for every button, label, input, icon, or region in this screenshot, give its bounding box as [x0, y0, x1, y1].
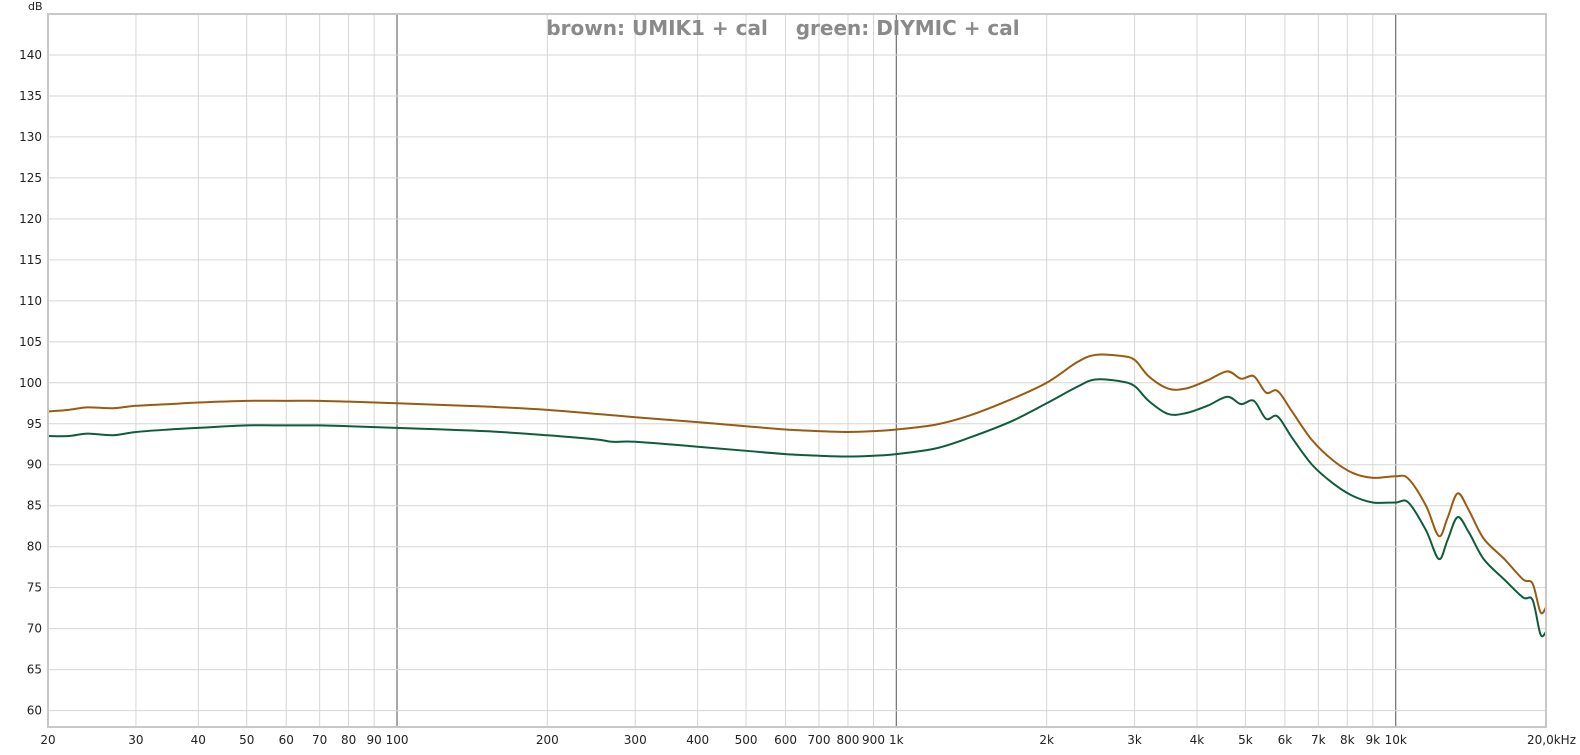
- x-tick-label: 400: [686, 733, 709, 747]
- x-tick-label: 90: [367, 733, 382, 747]
- x-tick-label: 60: [279, 733, 294, 747]
- plot-background: [48, 14, 1546, 727]
- y-tick-label: 65: [27, 663, 42, 677]
- y-tick-label: 135: [19, 89, 42, 103]
- x-tick-label: 900: [862, 733, 885, 747]
- y-tick-label: 120: [19, 212, 42, 226]
- y-tick-label: 95: [27, 417, 42, 431]
- x-tick-label: 40: [191, 733, 206, 747]
- x-tick-label: 2k: [1039, 733, 1054, 747]
- x-tick-label: 200: [536, 733, 559, 747]
- x-tick-label: 9k: [1366, 733, 1381, 747]
- x-tick-label: 70: [312, 733, 327, 747]
- x-tick-label: 3k: [1127, 733, 1142, 747]
- x-tick-label: 20: [40, 733, 55, 747]
- y-tick-label: 75: [27, 581, 42, 595]
- y-tick-label: 80: [27, 540, 42, 554]
- y-tick-label: 60: [27, 704, 42, 718]
- y-tick-label: 105: [19, 335, 42, 349]
- x-tick-label: 100: [386, 733, 409, 747]
- y-tick-label: 90: [27, 458, 42, 472]
- y-tick-labels: 60 65 70 75 80 85 90 95 100 105 110 115 120 125 130 135…: [19, 48, 42, 718]
- x-tick-label: 4k: [1190, 733, 1205, 747]
- x-tick-label: 800: [837, 733, 860, 747]
- y-tick-label: 125: [19, 171, 42, 185]
- y-tick-label: 100: [19, 376, 42, 390]
- x-tick-label: 1k: [889, 733, 904, 747]
- y-tick-label: 110: [19, 294, 42, 308]
- x-tick-label: 500: [735, 733, 758, 747]
- x-tick-label: 600: [774, 733, 797, 747]
- y-tick-label: 85: [27, 499, 42, 513]
- y-axis-label: dB: [28, 0, 43, 13]
- x-tick-label: 30: [128, 733, 143, 747]
- y-tick-label: 130: [19, 130, 42, 144]
- x-tick-label: 8k: [1340, 733, 1355, 747]
- chart-title: brown: UMIK1 + cal green: DIYMIC + cal: [546, 16, 1019, 40]
- x-tick-label: 6k: [1278, 733, 1293, 747]
- x-tick-label: 50: [239, 733, 254, 747]
- x-tick-label: 20,0kHz: [1527, 733, 1576, 747]
- frequency-response-chart: 60 65 70 75 80 85 90 95 100 105 110 115 120 125 130 135…: [0, 0, 1580, 755]
- x-tick-label: 10k: [1385, 733, 1407, 747]
- chart-svg: 60 65 70 75 80 85 90 95 100 105 110 115 120 125 130 135…: [19, 0, 1576, 747]
- y-tick-label: 140: [19, 48, 42, 62]
- x-tick-label: 300: [624, 733, 647, 747]
- x-tick-label: 700: [808, 733, 831, 747]
- x-tick-label: 7k: [1311, 733, 1326, 747]
- y-tick-label: 70: [27, 622, 42, 636]
- x-tick-labels: 20 30 40 50 60 70 80 90 100 200 300 400 500 600 700 800…: [40, 733, 1576, 747]
- y-tick-label: 115: [19, 253, 42, 267]
- x-tick-label: 80: [341, 733, 356, 747]
- x-tick-label: 5k: [1238, 733, 1253, 747]
